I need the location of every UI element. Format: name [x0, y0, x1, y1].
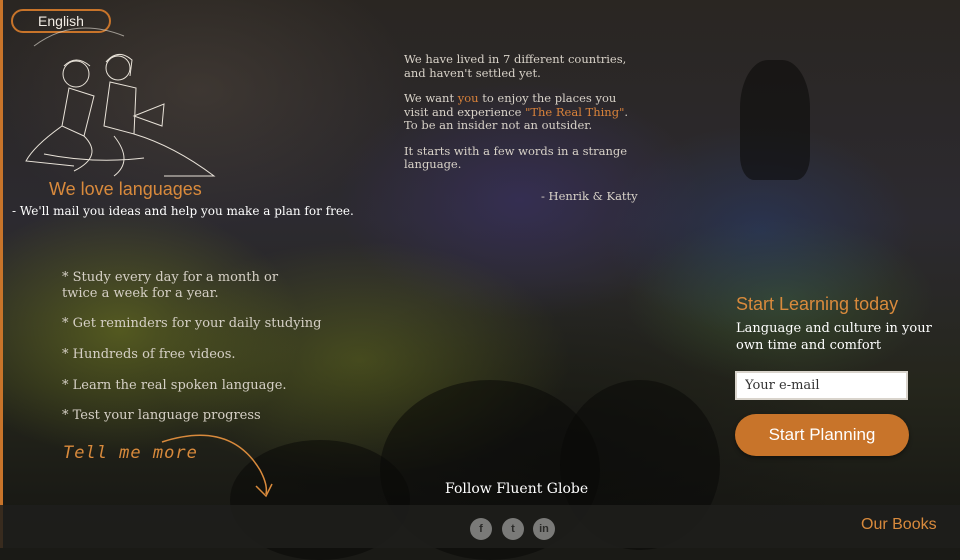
signup-subtitle: Language and culture in your own time an… — [736, 321, 932, 353]
quote-paragraph-3: It starts with a few words in a strange … — [404, 143, 628, 171]
curved-arrow-icon — [161, 434, 273, 498]
feature-item: * Test your language progress — [62, 408, 261, 423]
mail-tagline: - We'll mail you ideas and help you make… — [12, 204, 354, 218]
linkedin-glyph: in — [539, 523, 549, 535]
quote-highlight-you: you — [457, 91, 479, 105]
follow-heading: Follow Fluent Globe — [445, 481, 589, 497]
raised-hand — [740, 60, 810, 180]
our-books-link[interactable]: Our Books — [861, 516, 937, 534]
feature-item: * Get reminders for your daily studying — [62, 316, 322, 331]
email-field[interactable] — [735, 371, 908, 400]
quote-highlight-real-thing: "The Real Thing" — [525, 104, 625, 119]
linkedin-icon[interactable]: in — [533, 518, 555, 540]
quote-paragraph-2: We want you to enjoy the places you visi… — [404, 91, 644, 133]
feature-item: * Study every day for a month or twice a… — [62, 270, 279, 301]
feature-item: * Learn the real spoken language. — [62, 378, 287, 393]
feature-item: * Hundreds of free videos. — [62, 347, 236, 362]
couple-illustration — [25, 27, 216, 177]
we-love-languages-heading: We love languages — [49, 179, 202, 199]
founders-quote: We have lived in 7 different countries, … — [404, 52, 644, 184]
start-planning-button[interactable]: Start Planning — [735, 414, 909, 456]
twitter-glyph: t — [511, 523, 515, 535]
facebook-glyph: f — [479, 523, 483, 535]
quote-signature: - Henrik & Katty — [541, 189, 638, 203]
quote-paragraph-1: We have lived in 7 different countries, … — [404, 52, 627, 80]
signup-title: Start Learning today — [736, 294, 899, 314]
twitter-icon[interactable]: t — [502, 518, 524, 540]
facebook-icon[interactable]: f — [470, 518, 492, 540]
left-accent-border — [0, 0, 3, 548]
quote-text: We want — [404, 91, 458, 105]
